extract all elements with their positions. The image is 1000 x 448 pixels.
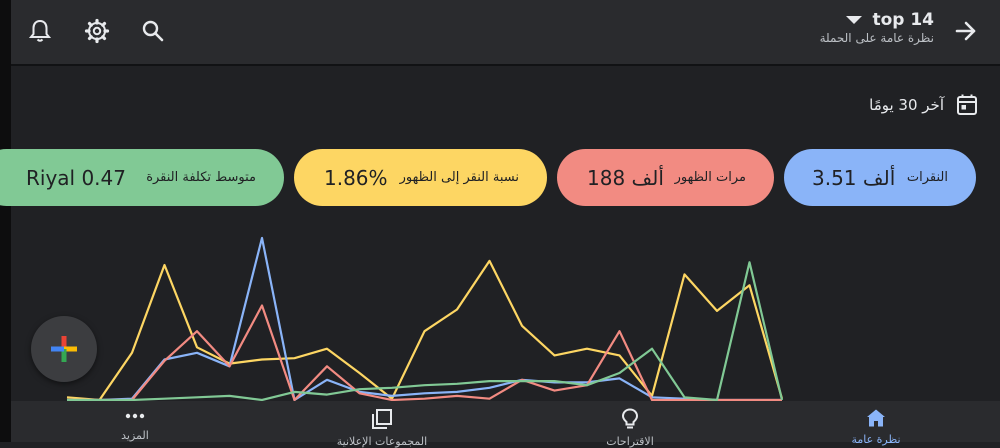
metric-label: مرات الظهور (674, 170, 746, 185)
metric-label: نسبة النقر إلى الظهور (399, 170, 519, 185)
calendar-icon (957, 94, 977, 115)
metric-chip-impressions[interactable]: 188 ألف مرات الظهور (557, 149, 774, 206)
bottom-navigation: نظرة عامة الاقتراحات المجموعات الإعلانية (11, 401, 1000, 448)
metric-label: النقرات (906, 170, 948, 185)
campaign-selector[interactable]: top 14 نظرة عامة على الحملة (820, 10, 934, 45)
search-icon (142, 20, 164, 42)
metric-value: Riyal 0.47 (26, 165, 126, 190)
home-icon (867, 409, 885, 427)
metric-chip-clicks[interactable]: 3.51 ألف النقرات (784, 149, 976, 206)
performance-line-chart (66, 236, 784, 401)
chart-series-line-1 (67, 236, 782, 401)
nav-item-ad-groups[interactable]: المجموعات الإعلانية (292, 401, 472, 448)
campaign-title: top 14 (872, 10, 934, 30)
metric-chip-avg-cpc[interactable]: Riyal 0.47 متوسط تكلفة النقرة (0, 149, 284, 206)
more-icon (125, 413, 145, 419)
nav-label: المزيد (121, 429, 149, 442)
date-range-selector[interactable]: آخر 30 يومًا (869, 93, 978, 117)
nav-item-recommendations[interactable]: الاقتراحات (540, 401, 720, 448)
bell-icon (29, 19, 51, 42)
gear-icon (84, 18, 110, 44)
chart-series-line-0 (66, 259, 784, 401)
metric-value: 188 ألف (587, 165, 664, 190)
forward-button[interactable] (949, 14, 983, 48)
ad-groups-icon (372, 409, 392, 429)
create-fab[interactable] (31, 316, 97, 382)
metric-label: متوسط تكلفة النقرة (146, 170, 256, 185)
metric-value: 1.86% (324, 165, 388, 190)
app-bar-divider (11, 64, 1000, 66)
nav-item-more[interactable]: المزيد (45, 401, 225, 442)
notifications-button[interactable] (23, 14, 57, 48)
colorful-plus-icon (51, 336, 77, 362)
campaign-subtitle: نظرة عامة على الحملة (819, 31, 934, 45)
date-range-label: آخر 30 يومًا (869, 96, 944, 114)
dropdown-caret-icon[interactable] (846, 16, 863, 24)
app-bar: top 14 نظرة عامة على الحملة (11, 0, 1000, 64)
nav-label: نظرة عامة (851, 433, 901, 446)
nav-item-overview[interactable]: نظرة عامة (786, 401, 966, 446)
arrow-forward-icon (955, 21, 976, 41)
lightbulb-icon (621, 408, 639, 429)
left-edge-bar (0, 0, 11, 442)
metric-chip-ctr[interactable]: 1.86% نسبة النقر إلى الظهور (294, 149, 547, 206)
settings-button[interactable] (80, 14, 114, 48)
search-button[interactable] (136, 14, 170, 48)
metric-value: 3.51 ألف (812, 165, 896, 190)
